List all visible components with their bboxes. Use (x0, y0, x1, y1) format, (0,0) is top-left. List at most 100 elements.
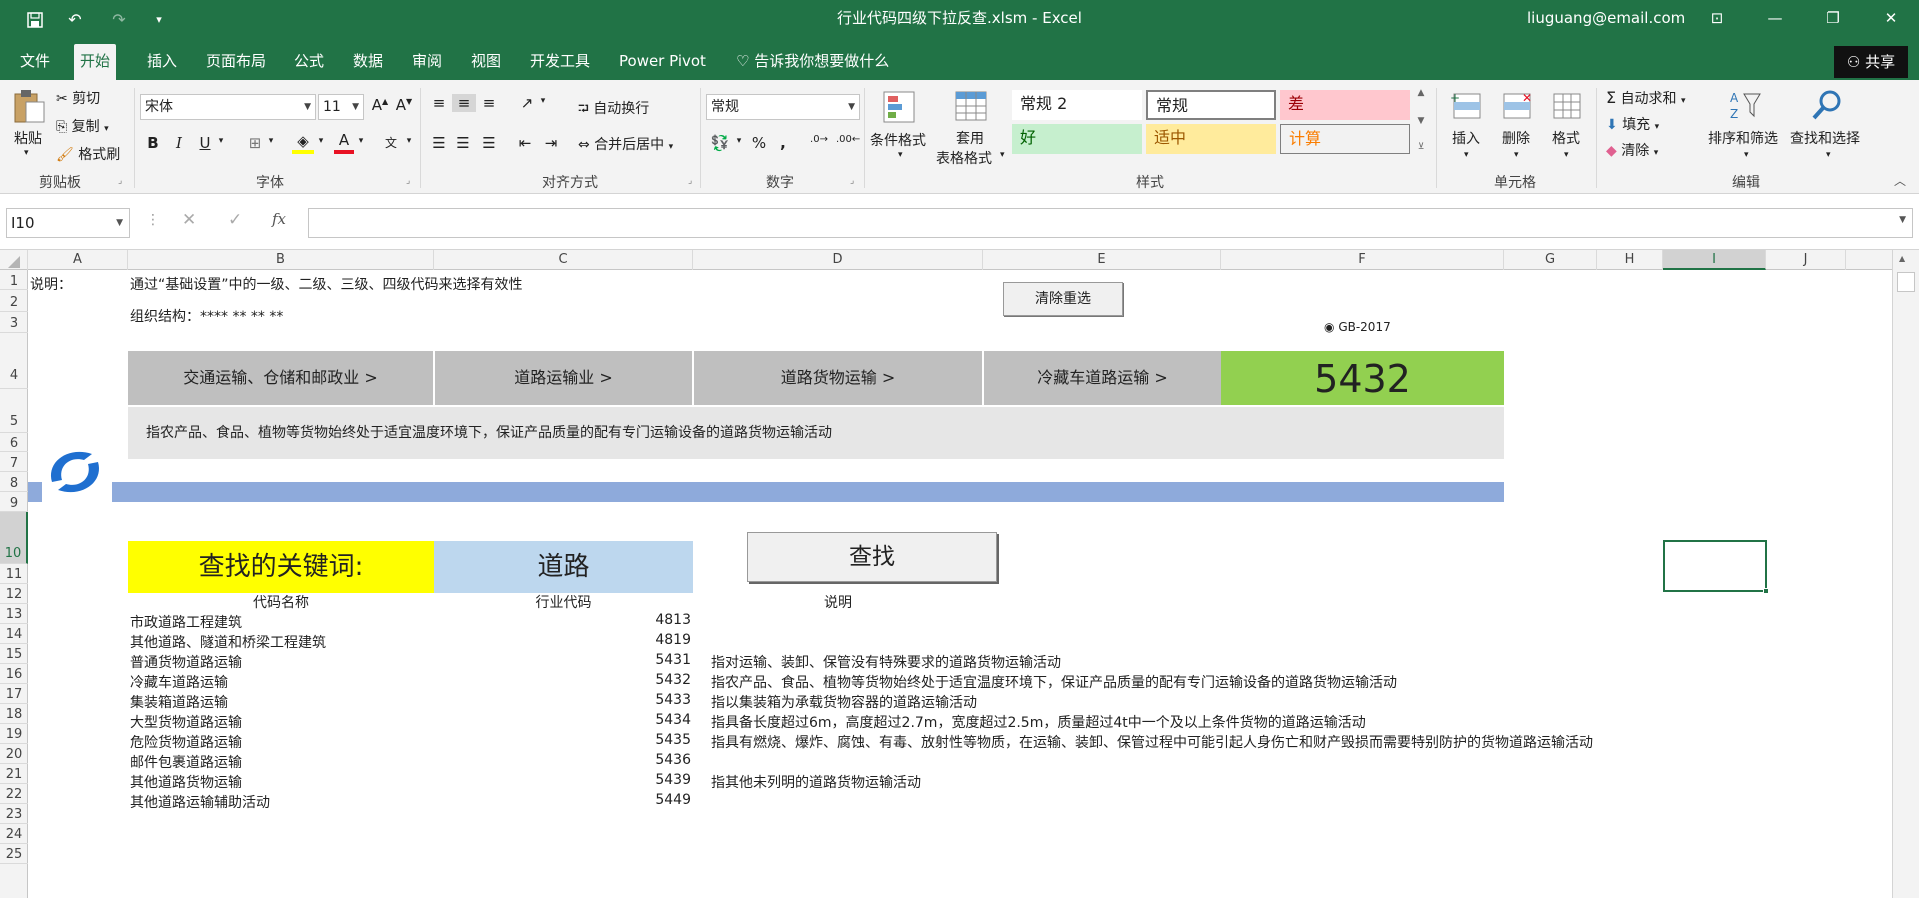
result-desc[interactable]: 指具有燃烧、爆炸、腐蚀、有毒、放射性等物质，在运输、装卸、保管过程中可能引起人身… (711, 732, 1593, 752)
find-button[interactable]: 查找 (747, 532, 997, 582)
accounting-dropdown-icon[interactable]: ▾ (734, 136, 744, 146)
format-as-table-dropdown-icon[interactable]: ▾ (1000, 150, 1005, 160)
cell-style-bad[interactable]: 差 (1280, 90, 1410, 120)
align-middle-icon[interactable]: ≡ (452, 94, 476, 112)
phonetic-dropdown-icon[interactable]: ▾ (404, 136, 414, 146)
font-color-dropdown-icon[interactable]: ▾ (356, 136, 366, 146)
insert-dropdown-icon[interactable]: ▾ (1464, 150, 1469, 160)
insert-cells-icon[interactable]: + (1450, 90, 1484, 124)
row-header-10[interactable]: 10 (0, 512, 28, 564)
result-desc[interactable]: 指以集装箱为承载货物容器的道路运输活动 (711, 692, 977, 712)
align-right-icon[interactable]: ☰ (478, 134, 500, 152)
find-dropdown-icon[interactable]: ▾ (1826, 150, 1831, 160)
result-code[interactable]: 4813 (434, 612, 691, 628)
merge-center-button[interactable]: ⇔ 合并后居中 ▾ (578, 134, 673, 154)
tab-file[interactable]: 文件 (14, 44, 56, 80)
restore-icon[interactable]: ❐ (1810, 0, 1856, 40)
scroll-up-icon[interactable]: ▲ (1899, 254, 1905, 263)
cell-style-good[interactable]: 好 (1012, 124, 1142, 154)
result-desc[interactable]: 指具备长度超过6m，高度超过2.7m，宽度超过2.5m，质量超过4t中一个及以上… (711, 712, 1366, 732)
phonetic-guide-icon[interactable]: 文 (380, 134, 402, 151)
cell-style-normal-2[interactable]: 常规 2 (1012, 90, 1142, 120)
result-code[interactable]: 5432 (434, 672, 691, 688)
paste-icon[interactable] (12, 88, 46, 123)
result-code[interactable]: 5435 (434, 732, 691, 748)
cancel-icon[interactable]: ✕ (182, 210, 196, 230)
result-code[interactable]: 5431 (434, 652, 691, 668)
row-header-15[interactable]: 15 (0, 644, 28, 664)
row-header-24[interactable]: 24 (0, 824, 28, 844)
row-header-5[interactable]: 5 (0, 389, 28, 433)
result-name[interactable]: 其他道路货物运输 (130, 772, 242, 792)
row-header-20[interactable]: 20 (0, 744, 28, 764)
level-1-industry[interactable]: 交通运输、仓储和邮政业 > (128, 351, 433, 405)
tab-home[interactable]: 开始 (74, 44, 117, 80)
increase-decimal-icon[interactable]: .0→ (808, 134, 830, 145)
fill-button[interactable]: ⬇ 填充 ▾ (1606, 114, 1659, 134)
column-header-g[interactable]: G (1504, 250, 1597, 270)
cell-b1[interactable]: 通过“基础设置”中的一级、二级、三级、四级代码来选择有效性 (130, 274, 523, 294)
result-name[interactable]: 危险货物道路运输 (130, 732, 242, 752)
level-4-industry[interactable]: 冷藏车道路运输 > (984, 351, 1221, 405)
cell-style-calculation[interactable]: 计算 (1280, 124, 1410, 154)
result-desc[interactable]: 指农产品、食品、植物等货物始终处于适宜温度环境下，保证产品质量的配有专门运输设备… (711, 672, 1397, 692)
row-header-13[interactable]: 13 (0, 604, 28, 624)
accounting-format-icon[interactable]: 💱 (708, 134, 732, 152)
find-select-icon[interactable] (1810, 88, 1844, 122)
row-header-12[interactable]: 12 (0, 584, 28, 604)
ribbon-display-options-icon[interactable]: ⊡ (1694, 0, 1740, 40)
bold-button[interactable]: B (144, 134, 162, 152)
number-launcher-icon[interactable]: ⌟ (850, 176, 854, 186)
format-painter-button[interactable]: 🖌 格式刷 (56, 144, 120, 164)
borders-icon[interactable]: ⊞ (244, 134, 266, 152)
autosum-button[interactable]: Σ 自动求和 ▾ (1606, 88, 1686, 108)
result-name[interactable]: 普通货物道路运输 (130, 652, 242, 672)
increase-indent-icon[interactable]: ⇥ (540, 134, 562, 152)
styles-scroll-up-icon[interactable]: ▲ (1414, 88, 1428, 98)
row-header-21[interactable]: 21 (0, 764, 28, 784)
row-header-1[interactable]: 1 (0, 270, 28, 290)
row-header-4[interactable]: 4 (0, 333, 28, 389)
row-header-16[interactable]: 16 (0, 664, 28, 684)
decrease-font-size-icon[interactable]: A▼ (394, 96, 414, 114)
conditional-dropdown-icon[interactable]: ▾ (898, 150, 903, 160)
row-header-7[interactable]: 7 (0, 452, 28, 472)
selected-cell-i10[interactable] (1663, 540, 1769, 594)
row-header-6[interactable]: 6 (0, 433, 28, 452)
row-header-17[interactable]: 17 (0, 684, 28, 704)
name-box[interactable]: I10 ▼ (6, 208, 130, 238)
result-name[interactable]: 冷藏车道路运输 (130, 672, 228, 692)
percent-style-button[interactable]: % (748, 134, 770, 152)
increase-font-size-icon[interactable]: A▲ (370, 96, 390, 114)
styles-more-icon[interactable]: ⊻ (1414, 142, 1428, 152)
close-icon[interactable]: ✕ (1868, 0, 1914, 40)
clear-reselect-button[interactable]: 清除重选 (1003, 282, 1123, 316)
result-name[interactable]: 大型货物道路运输 (130, 712, 242, 732)
result-name[interactable]: 其他道路、隧道和桥梁工程建筑 (130, 632, 326, 652)
styles-scroll-down-icon[interactable]: ▼ (1414, 116, 1428, 126)
select-all-corner[interactable] (0, 250, 28, 270)
column-header-e[interactable]: E (983, 250, 1221, 270)
decrease-decimal-icon[interactable]: .00← (836, 134, 860, 145)
keyword-input[interactable]: 道路 (434, 541, 693, 593)
tab-page-layout[interactable]: 页面布局 (200, 44, 272, 80)
column-header-f[interactable]: F (1221, 250, 1504, 270)
result-desc[interactable]: 指对运输、装卸、保管没有特殊要求的道路货物运输活动 (711, 652, 1061, 672)
tab-data[interactable]: 数据 (347, 44, 389, 80)
result-name[interactable]: 邮件包裹道路运输 (130, 752, 242, 772)
cell-b2[interactable]: 组织结构：**** ** ** ** (130, 306, 283, 326)
tab-power-pivot[interactable]: Power Pivot (613, 44, 712, 80)
vertical-scrollbar[interactable]: ▲ (1892, 250, 1919, 898)
column-header-a[interactable]: A (28, 250, 128, 270)
fill-color-dropdown-icon[interactable]: ▾ (316, 136, 326, 146)
row-header-14[interactable]: 14 (0, 624, 28, 644)
result-code[interactable]: 5434 (434, 712, 691, 728)
result-code[interactable]: 5436 (434, 752, 691, 768)
clear-button[interactable]: ◆ 清除 ▾ (1606, 140, 1658, 160)
conditional-formatting-icon[interactable] (882, 90, 916, 124)
collapse-ribbon-icon[interactable]: ︿ (1894, 172, 1906, 189)
format-dropdown-icon[interactable]: ▾ (1564, 150, 1569, 160)
orientation-icon[interactable]: ↗ (516, 94, 538, 112)
result-name[interactable]: 其他道路运输辅助活动 (130, 792, 270, 812)
delete-dropdown-icon[interactable]: ▾ (1514, 150, 1519, 160)
